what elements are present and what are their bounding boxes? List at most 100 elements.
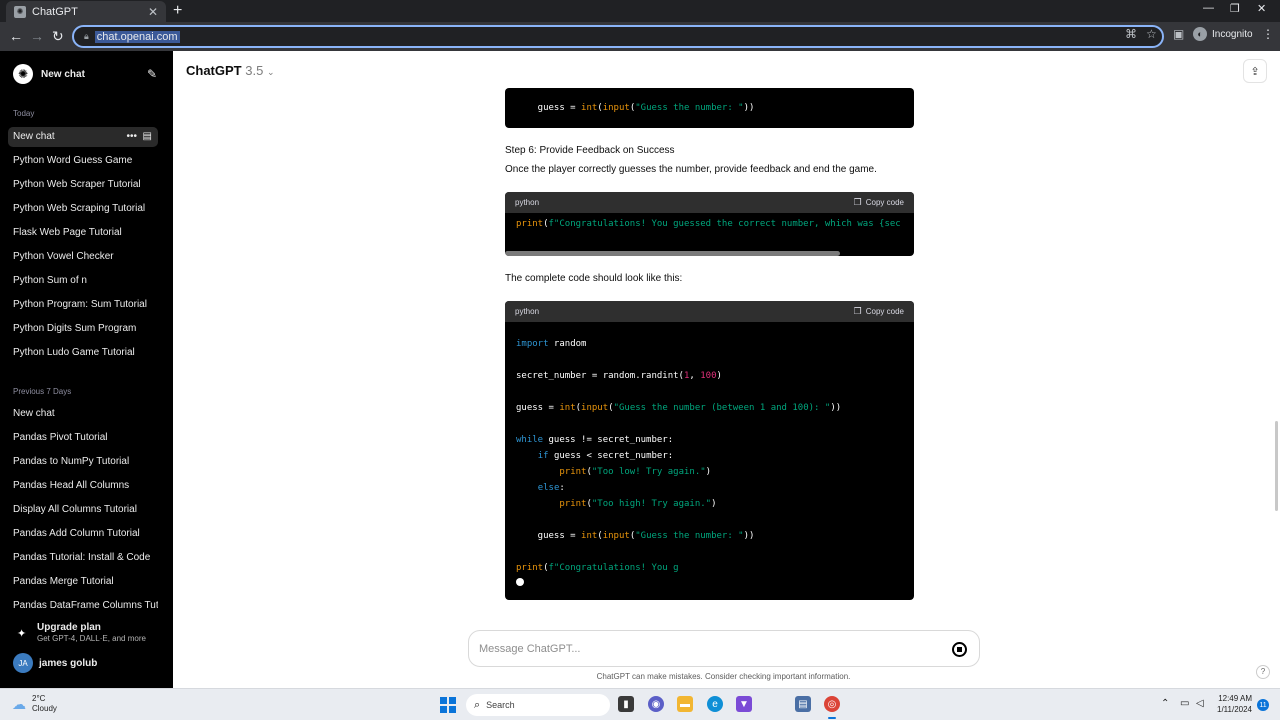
extension-icon[interactable]: ⌘ — [1125, 27, 1137, 41]
sidebar-item[interactable]: Python Ludo Game Tutorial — [8, 343, 158, 363]
sidebar-item[interactable]: New chat — [8, 404, 158, 424]
sidebar-item[interactable]: Python Web Scraping Tutorial — [8, 199, 158, 219]
model-selector[interactable]: ChatGPT 3.5 ⌄ — [186, 63, 275, 78]
incognito-label: Incognito — [1212, 28, 1253, 40]
forward-icon[interactable]: → — [30, 28, 44, 44]
task-view-icon[interactable]: ▮ — [618, 696, 634, 712]
sidebar-item[interactable]: Pandas Merge Tutorial — [8, 572, 158, 592]
sidebar-item[interactable]: Pandas Head All Columns — [8, 476, 158, 496]
incognito-indicator[interactable]: ◐ Incognito — [1193, 27, 1253, 41]
upgrade-title: Upgrade plan — [37, 622, 101, 633]
share-icon: ⇪ — [1250, 65, 1260, 78]
browser-menu-icon[interactable]: ⋮ — [1262, 27, 1274, 41]
sidebar-item-label: Python Word Guess Game — [13, 155, 133, 166]
user-name: james golub — [39, 657, 98, 669]
copy-label: Copy code — [865, 198, 904, 207]
disclaimer: ChatGPT can make mistakes. Consider chec… — [596, 672, 851, 681]
edge-browser-icon[interactable]: e — [707, 696, 723, 712]
sidebar-item-new-chat[interactable]: New chat ••• ▤ — [8, 127, 158, 147]
code-block: guess = int(input("Guess the number: ")) — [505, 88, 914, 128]
sidebar-item[interactable]: Pandas Tutorial: Install & Code — [8, 548, 158, 568]
stop-icon — [957, 647, 962, 652]
network-icon[interactable]: ▭ — [1180, 698, 1189, 709]
sidebar-item[interactable]: Python Sum of n — [8, 271, 158, 291]
sidebar-item[interactable]: Python Program: Sum Tutorial — [8, 295, 158, 315]
taskbar-search[interactable]: ⌕ Search — [466, 694, 610, 716]
file-explorer-icon[interactable]: ▬ — [677, 696, 693, 712]
sidebar-item[interactable]: Display All Columns Tutorial — [8, 500, 158, 520]
sidebar-item-label: Pandas to NumPy Tutorial — [13, 456, 130, 467]
help-button[interactable]: ? — [1256, 665, 1270, 679]
app-icon[interactable]: ▤ — [795, 696, 811, 712]
upgrade-subtitle: Get GPT-4, DALL·E, and more — [37, 634, 146, 643]
side-panel-icon[interactable]: ▣ — [1173, 27, 1184, 41]
sidebar-item-label: Pandas Merge Tutorial — [13, 576, 114, 587]
sidebar-item[interactable]: Pandas Add Column Tutorial — [8, 524, 158, 544]
browser-tab[interactable]: ✺ ChatGPT ✕ — [6, 1, 166, 22]
share-button[interactable]: ⇪ — [1243, 59, 1267, 83]
sidebar-item-label: Python Web Scraper Tutorial — [13, 179, 141, 190]
system-clock[interactable]: 12:49 AM 1/11/2024 — [1217, 693, 1252, 715]
sidebar-item[interactable]: Pandas DataFrame Columns Tuto — [8, 596, 158, 616]
code-horizontal-scrollbar[interactable] — [505, 251, 840, 256]
chevron-up-icon[interactable]: ⌃ — [1161, 698, 1169, 709]
archive-icon[interactable]: ▤ — [143, 131, 152, 142]
os-taskbar: ☁ 2°C Cloudy ⌕ Search ▮ ◉ ▬ e ▼ ▤ ◎ ⌃ ▭ … — [0, 688, 1280, 720]
copy-code-button[interactable]: ❐ Copy code — [854, 197, 904, 208]
chat-main: ChatGPT 3.5 ⌄ ⇪ guess = int(input("Guess… — [173, 51, 1280, 688]
restore-window-icon[interactable]: ❐ — [1230, 2, 1240, 15]
sparkle-icon: ✦ — [17, 628, 27, 640]
sidebar-item-label: Flask Web Page Tutorial — [13, 227, 122, 238]
sidebar-item-label: Display All Columns Tutorial — [13, 504, 137, 515]
section-previous-7-days: Previous 7 Days — [13, 387, 72, 396]
minimize-window-icon[interactable]: — — [1203, 2, 1214, 14]
chevron-down-icon: ⌄ — [266, 67, 275, 77]
code-header: python ❐ Copy code — [505, 192, 914, 213]
back-icon[interactable]: ← — [9, 28, 23, 44]
url-text[interactable]: chat.openai.com — [94, 30, 180, 43]
sidebar-item-label: New chat — [13, 408, 55, 419]
sidebar-item[interactable]: Pandas Pivot Tutorial — [8, 428, 158, 448]
sidebar-item[interactable]: Python Word Guess Game — [8, 151, 158, 171]
step-description: Once the player correctly guesses the nu… — [505, 164, 877, 175]
volume-icon[interactable]: ◁ — [1196, 698, 1204, 709]
site-info-icon[interactable]: 🔒︎ — [84, 31, 89, 42]
reload-icon[interactable]: ↻ — [52, 28, 64, 44]
sidebar-item[interactable]: Flask Web Page Tutorial — [8, 223, 158, 243]
typing-cursor-icon — [516, 578, 524, 586]
sidebar-item-label: Python Sum of n — [13, 275, 87, 286]
avatar: JA — [13, 653, 33, 673]
upgrade-plan-button[interactable]: ✦ Upgrade plan Get GPT-4, DALL·E, and mo… — [13, 622, 163, 646]
compose-icon[interactable]: ✎ — [147, 67, 157, 81]
copy-icon: ❐ — [853, 197, 862, 207]
more-options-icon[interactable]: ••• — [126, 131, 137, 142]
user-menu[interactable]: JA james golub — [13, 653, 163, 673]
new-tab-icon[interactable]: + — [173, 2, 182, 20]
openai-logo-icon: ✺ — [13, 64, 33, 84]
app-icon[interactable]: ▼ — [736, 696, 752, 712]
page-scrollbar[interactable] — [1275, 421, 1278, 511]
sidebar-item-label: Python Vowel Checker — [13, 251, 114, 262]
address-bar[interactable]: 🔒︎ chat.openai.com — [72, 25, 1164, 48]
message-input[interactable] — [479, 639, 929, 659]
chatgpt-favicon-icon: ✺ — [14, 5, 26, 18]
section-today: Today — [13, 109, 35, 118]
chat-app-icon[interactable]: ◉ — [648, 696, 664, 712]
sidebar-item[interactable]: Pandas to NumPy Tutorial — [8, 452, 158, 472]
copy-code-button[interactable]: ❐ Copy code — [854, 306, 904, 317]
close-window-icon[interactable]: ✕ — [1257, 2, 1266, 15]
new-chat-button[interactable]: ✺ New chat ✎ — [8, 61, 165, 87]
windows-start-icon[interactable] — [440, 697, 456, 713]
code-block: python ❐ Copy code import random secret_n… — [505, 301, 914, 600]
search-label: Search — [486, 700, 515, 710]
sidebar-item-label: Pandas DataFrame Columns Tuto — [13, 600, 158, 611]
notification-badge[interactable]: 11 — [1257, 699, 1269, 711]
bookmark-star-icon[interactable]: ☆ — [1146, 27, 1157, 41]
chrome-browser-icon[interactable]: ◎ — [824, 696, 840, 712]
sidebar-item[interactable]: Python Web Scraper Tutorial — [8, 175, 158, 195]
sidebar-item[interactable]: Python Vowel Checker — [8, 247, 158, 267]
close-tab-icon[interactable]: ✕ — [148, 5, 158, 19]
sidebar-item[interactable]: Python Digits Sum Program — [8, 319, 158, 339]
stop-generating-button[interactable] — [952, 642, 967, 657]
weather-widget[interactable]: ☁ 2°C Cloudy — [12, 694, 57, 714]
